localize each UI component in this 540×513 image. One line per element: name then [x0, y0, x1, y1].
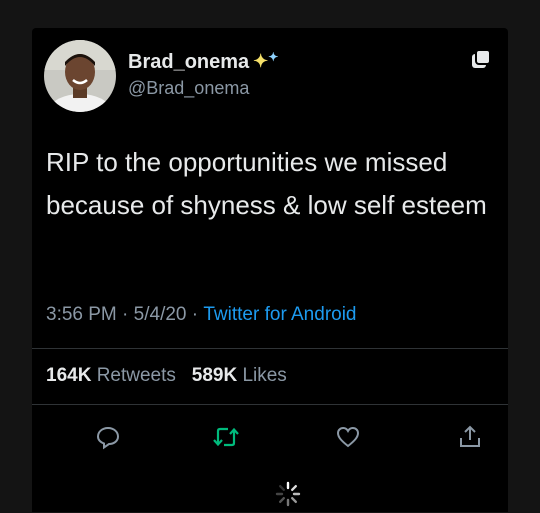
retweets-count[interactable]: 164K — [46, 365, 91, 386]
display-name-row[interactable]: Brad_onema ✦✦ — [128, 50, 278, 74]
retweet-button[interactable] — [208, 419, 244, 455]
display-name[interactable]: Brad_onema — [128, 50, 249, 74]
sparkles-icon: ✦✦ — [253, 50, 279, 71]
loading-spinner-icon — [274, 480, 302, 508]
like-icon — [336, 426, 360, 448]
tweet-text: RIP to the opportunities we missed becau… — [46, 147, 487, 220]
user-handle[interactable]: @Brad_onema — [128, 76, 278, 100]
reply-icon — [96, 426, 120, 450]
tweet-meta: 3:56 PM · 5/4/20 · Twitter for Android — [46, 304, 357, 326]
copy-icon[interactable] — [470, 48, 492, 70]
tweet-date[interactable]: 5/4/20 — [134, 304, 187, 326]
tweet-time[interactable]: 3:56 PM — [46, 304, 117, 326]
divider — [32, 348, 508, 349]
reply-button[interactable] — [90, 419, 126, 455]
retweets-label[interactable]: Retweets — [97, 365, 176, 386]
likes-count[interactable]: 589K — [192, 365, 237, 386]
avatar[interactable] — [44, 40, 116, 112]
meta-separator: · — [116, 304, 134, 325]
action-bar — [32, 419, 508, 455]
tweet-stats: 164K Retweets 589K Likes — [46, 365, 287, 387]
share-button[interactable] — [452, 419, 488, 455]
share-icon — [460, 425, 480, 447]
tweet-card: Brad_onema ✦✦ @Brad_onema RIP to the opp… — [32, 28, 508, 512]
tweet-source-link[interactable]: Twitter for Android — [203, 304, 356, 326]
retweet-icon — [213, 427, 239, 447]
divider — [32, 404, 508, 405]
meta-separator: · — [186, 304, 204, 325]
like-button[interactable] — [330, 419, 366, 455]
likes-label[interactable]: Likes — [242, 365, 286, 386]
